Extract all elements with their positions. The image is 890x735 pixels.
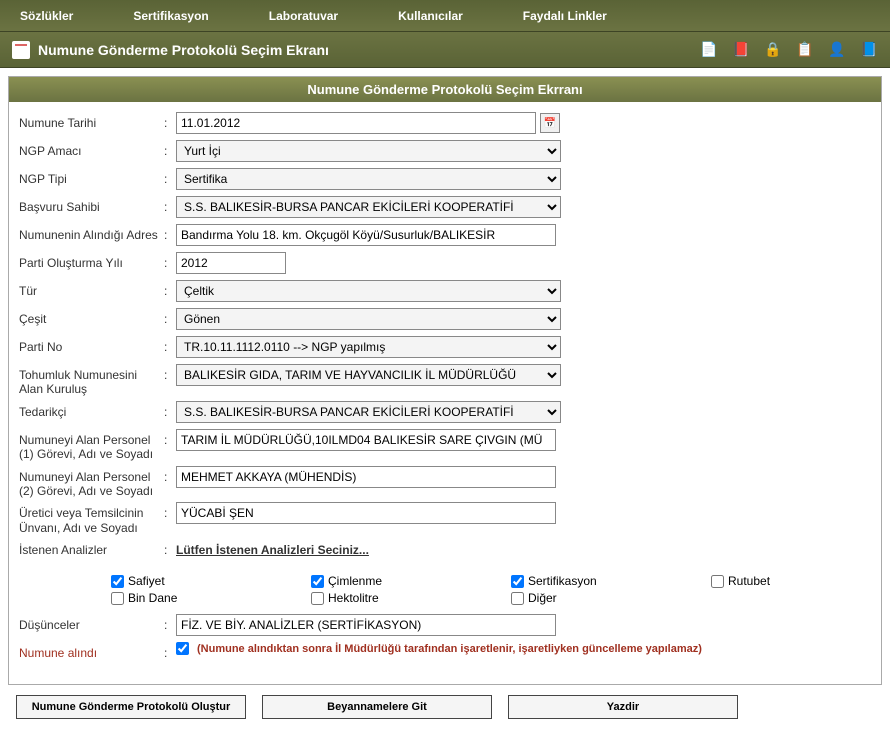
parti-yili-label: Parti Oluşturma Yılı: [19, 252, 164, 270]
uretici-label: Üretici veya Temsilcinin Ünvanı, Adı ve …: [19, 502, 164, 535]
beyannamelere-button[interactable]: Beyannamelere Git: [262, 695, 492, 719]
numune-alindi-checkbox[interactable]: [176, 642, 189, 655]
document-icon: [12, 41, 30, 59]
personel1-label: Numuneyi Alan Personel (1) Görevi, Adı v…: [19, 429, 164, 462]
ngp-tipi-label: NGP Tipi: [19, 168, 164, 186]
ngp-amaci-select[interactable]: Yurt İçi: [176, 140, 561, 162]
safiyet-checkbox[interactable]: [111, 575, 124, 588]
hektolitre-checkbox[interactable]: [311, 592, 324, 605]
nav-laboratuvar[interactable]: Laboratuvar: [269, 9, 338, 23]
nav-kullanicilar[interactable]: Kullanıcılar: [398, 9, 463, 23]
dusunceler-input[interactable]: [176, 614, 556, 636]
adres-label: Numunenin Alındığı Adres: [19, 224, 164, 242]
diger-checkbox[interactable]: [511, 592, 524, 605]
toolbar-icon-1[interactable]: 📄: [700, 41, 718, 59]
numune-tarihi-label: Numune Tarihi: [19, 112, 164, 130]
check-bin-dane[interactable]: Bin Dane: [111, 591, 311, 605]
ngp-amaci-label: NGP Amacı: [19, 140, 164, 158]
adres-input[interactable]: [176, 224, 556, 246]
check-rutubet[interactable]: Rutubet: [711, 574, 871, 588]
check-cimlenme[interactable]: Çimlenme: [311, 574, 511, 588]
tohumluk-select[interactable]: BALIKESİR GIDA, TARIM VE HAYVANCILIK İL …: [176, 364, 561, 386]
ngp-tipi-select[interactable]: Sertifika: [176, 168, 561, 190]
tur-label: Tür: [19, 280, 164, 298]
check-diger[interactable]: Diğer: [511, 591, 711, 605]
parti-no-label: Parti No: [19, 336, 164, 354]
tedarikci-select[interactable]: S.S. BALIKESİR-BURSA PANCAR EKİCİLERİ KO…: [176, 401, 561, 423]
basvuru-sahibi-label: Başvuru Sahibi: [19, 196, 164, 214]
personel1-input[interactable]: [176, 429, 556, 451]
form-panel: Numune Gönderme Protokolü Seçim Ekrranı …: [8, 76, 882, 685]
cesit-label: Çeşit: [19, 308, 164, 326]
cimlenme-checkbox[interactable]: [311, 575, 324, 588]
basvuru-sahibi-select[interactable]: S.S. BALIKESİR-BURSA PANCAR EKİCİLERİ KO…: [176, 196, 561, 218]
parti-yili-input[interactable]: [176, 252, 286, 274]
personel2-input[interactable]: [176, 466, 556, 488]
top-nav: Sözlükler Sertifikasyon Laboratuvar Kull…: [0, 0, 890, 32]
header-toolbar: 📄 📕 🔒 📋 👤 📘: [700, 41, 878, 59]
nav-sozlukler[interactable]: Sözlükler: [20, 9, 73, 23]
button-bar: Numune Gönderme Protokolü Oluştur Beyann…: [8, 685, 882, 727]
toolbar-icon-5[interactable]: 👤: [828, 41, 846, 59]
check-sertifikasyon[interactable]: Sertifikasyon: [511, 574, 711, 588]
parti-no-select[interactable]: TR.10.11.1112.0110 --> NGP yapılmış: [176, 336, 561, 358]
olustur-button[interactable]: Numune Gönderme Protokolü Oluştur: [16, 695, 246, 719]
nav-sertifikasyon[interactable]: Sertifikasyon: [133, 9, 208, 23]
tedarikci-label: Tedarikçi: [19, 401, 164, 419]
personel2-label: Numuneyi Alan Personel (2) Görevi, Adı v…: [19, 466, 164, 499]
sertifikasyon-checkbox[interactable]: [511, 575, 524, 588]
istenen-label: İstenen Analizler: [19, 539, 164, 557]
tohumluk-label: Tohumluk Numunesini Alan Kuruluş: [19, 364, 164, 397]
toolbar-icon-2[interactable]: 📕: [732, 41, 750, 59]
panel-title: Numune Gönderme Protokolü Seçim Ekrranı: [9, 77, 881, 102]
numune-alindi-note: (Numune alındıktan sonra İl Müdürlüğü ta…: [197, 643, 702, 655]
toolbar-icon-3[interactable]: 🔒: [764, 41, 782, 59]
page-title: Numune Gönderme Protokolü Seçim Ekranı: [38, 42, 329, 58]
toolbar-icon-6[interactable]: 📘: [860, 41, 878, 59]
numune-tarihi-input[interactable]: [176, 112, 536, 134]
rutubet-checkbox[interactable]: [711, 575, 724, 588]
cesit-select[interactable]: Gönen: [176, 308, 561, 330]
check-hektolitre[interactable]: Hektolitre: [311, 591, 511, 605]
yazdir-button[interactable]: Yazdir: [508, 695, 738, 719]
check-safiyet[interactable]: Safiyet: [111, 574, 311, 588]
toolbar-icon-4[interactable]: 📋: [796, 41, 814, 59]
calendar-icon[interactable]: 📅: [540, 113, 560, 133]
tur-select[interactable]: Çeltik: [176, 280, 561, 302]
dusunceler-label: Düşünceler: [19, 614, 164, 632]
istenen-analizler-link[interactable]: Lütfen İstenen Analizleri Seciniz...: [176, 539, 369, 557]
bin-dane-checkbox[interactable]: [111, 592, 124, 605]
nav-faydali-linkler[interactable]: Faydalı Linkler: [523, 9, 607, 23]
numune-alindi-label: Numune alındı: [19, 642, 164, 660]
uretici-input[interactable]: [176, 502, 556, 524]
page-header: Numune Gönderme Protokolü Seçim Ekranı 📄…: [0, 32, 890, 68]
